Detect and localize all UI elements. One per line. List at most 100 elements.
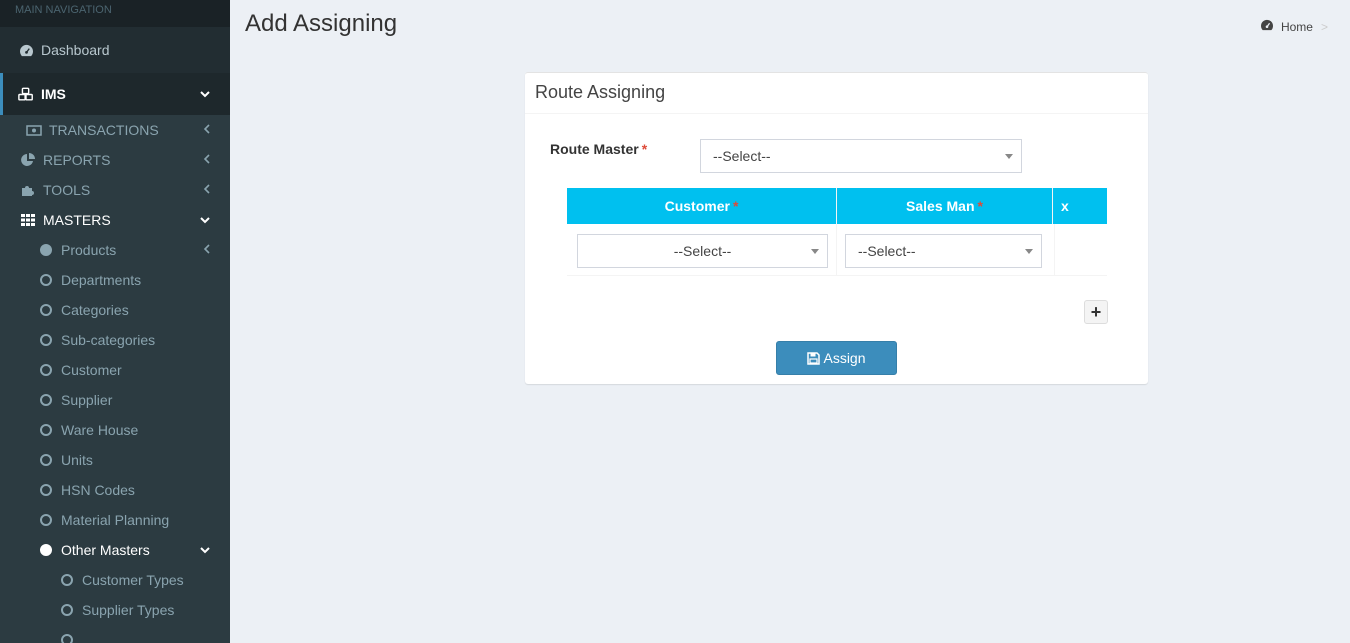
sidebar-item-masters[interactable]: MASTERS bbox=[0, 205, 230, 235]
circle-icon bbox=[40, 544, 52, 556]
dashboard-icon bbox=[1260, 19, 1274, 34]
save-icon bbox=[807, 351, 821, 365]
chevron-down-icon bbox=[200, 87, 210, 101]
sidebar-item-tools[interactable]: TOOLS bbox=[0, 175, 230, 205]
customer-select-value: --Select-- bbox=[673, 243, 732, 259]
sidebar-item-label: IMS bbox=[41, 86, 66, 102]
route-master-label-text: Route Master bbox=[550, 141, 639, 157]
cell-divider bbox=[1054, 224, 1055, 276]
chevron-left-icon bbox=[203, 243, 210, 257]
chevron-left-icon bbox=[203, 183, 210, 197]
circle-o-icon bbox=[40, 424, 52, 436]
cubes-icon bbox=[18, 86, 34, 102]
caret-down-icon bbox=[1025, 249, 1033, 254]
sidebar-item-label: REPORTS bbox=[43, 152, 111, 168]
sidebar-item-categories[interactable]: Categories bbox=[0, 295, 230, 325]
route-master-select-value: --Select-- bbox=[713, 148, 771, 164]
route-master-select[interactable]: --Select-- bbox=[700, 139, 1022, 173]
circle-o-icon bbox=[40, 334, 52, 346]
column-header-sales-man: Sales Man * bbox=[837, 188, 1053, 224]
column-header-customer: Customer * bbox=[567, 188, 837, 224]
sidebar-item-supplier[interactable]: Supplier bbox=[0, 385, 230, 415]
sidebar-item-dashboard[interactable]: Dashboard bbox=[0, 27, 230, 73]
sidebar-item-supplier-types[interactable]: Supplier Types bbox=[0, 595, 230, 625]
sidebar-tree: TRANSACTIONS REPORTS TOOLS MASTERS Produ… bbox=[0, 115, 230, 643]
sidebar-item-customer[interactable]: Customer bbox=[0, 355, 230, 385]
sidebar-item-label: MASTERS bbox=[43, 212, 111, 228]
circle-o-icon bbox=[61, 634, 73, 643]
circle-o-icon bbox=[40, 454, 52, 466]
sidebar-item-products[interactable]: Products bbox=[0, 235, 230, 265]
sales-man-select[interactable]: --Select-- bbox=[845, 234, 1042, 268]
money-icon bbox=[26, 122, 42, 138]
sidebar-item-partial[interactable] bbox=[0, 625, 230, 643]
pie-chart-icon bbox=[20, 152, 36, 168]
box-title: Route Assigning bbox=[525, 73, 1148, 114]
circle-icon bbox=[40, 244, 52, 256]
sidebar-item-label: Categories bbox=[61, 302, 129, 318]
add-row-button[interactable]: + bbox=[1084, 300, 1108, 324]
circle-o-icon bbox=[61, 604, 73, 616]
sidebar-item-ims[interactable]: IMS bbox=[0, 73, 230, 115]
sidebar-item-label: Departments bbox=[61, 272, 142, 288]
sidebar: MAIN NAVIGATION Dashboard IMS TRANSACTIO… bbox=[0, 0, 230, 643]
caret-down-icon bbox=[811, 249, 819, 254]
sidebar-item-departments[interactable]: Departments bbox=[0, 265, 230, 295]
sidebar-item-label: Ware House bbox=[61, 422, 139, 438]
caret-down-icon bbox=[1005, 154, 1013, 159]
grid-icon bbox=[20, 212, 36, 228]
circle-o-icon bbox=[40, 514, 52, 526]
column-header-customer-text: Customer bbox=[664, 198, 730, 214]
breadcrumb-separator: > bbox=[1320, 19, 1328, 34]
breadcrumb-home-link[interactable]: Home bbox=[1281, 20, 1313, 34]
circle-o-icon bbox=[40, 484, 52, 496]
sidebar-item-other-masters[interactable]: Other Masters bbox=[0, 535, 230, 565]
assign-button-label: Assign bbox=[823, 350, 866, 366]
chevron-down-icon bbox=[200, 213, 210, 227]
circle-o-icon bbox=[40, 274, 52, 286]
route-master-label: Route Master * bbox=[550, 141, 647, 157]
sidebar-item-units[interactable]: Units bbox=[0, 445, 230, 475]
sidebar-item-label: Material Planning bbox=[61, 512, 170, 528]
sidebar-item-sub-categories[interactable]: Sub-categories bbox=[0, 325, 230, 355]
dashboard-icon bbox=[18, 42, 34, 58]
sidebar-item-reports[interactable]: REPORTS bbox=[0, 145, 230, 175]
sidebar-item-label: Customer Types bbox=[82, 572, 184, 588]
sidebar-item-label: Supplier Types bbox=[82, 602, 175, 618]
sidebar-item-ware-house[interactable]: Ware House bbox=[0, 415, 230, 445]
sidebar-item-label: Products bbox=[61, 242, 117, 258]
sidebar-item-customer-types[interactable]: Customer Types bbox=[0, 565, 230, 595]
circle-o-icon bbox=[61, 574, 73, 586]
sidebar-item-hsn-codes[interactable]: HSN Codes bbox=[0, 475, 230, 505]
sidebar-item-label: Other Masters bbox=[61, 542, 150, 558]
circle-o-icon bbox=[40, 304, 52, 316]
content-wrapper: Add Assigning Home > Route Assigning Rou… bbox=[230, 0, 1350, 643]
sidebar-item-label: Customer bbox=[61, 362, 122, 378]
sidebar-item-label: TOOLS bbox=[43, 182, 91, 198]
chevron-left-icon bbox=[203, 123, 210, 137]
cell-divider bbox=[836, 224, 837, 276]
required-mark: * bbox=[732, 198, 739, 214]
required-mark: * bbox=[977, 198, 983, 214]
chevron-down-icon bbox=[200, 543, 210, 557]
required-mark: * bbox=[641, 141, 648, 157]
breadcrumb: Home > bbox=[1260, 19, 1328, 34]
sidebar-item-label: TRANSACTIONS bbox=[49, 122, 159, 138]
column-header-sales-man-text: Sales Man bbox=[906, 198, 975, 214]
sidebar-item-label: HSN Codes bbox=[61, 482, 135, 498]
sidebar-item-label: Supplier bbox=[61, 392, 113, 408]
circle-o-icon bbox=[40, 394, 52, 406]
sidebar-item-material-planning[interactable]: Material Planning bbox=[0, 505, 230, 535]
assign-table: Customer * Sales Man * x --Select-- --Sele… bbox=[567, 188, 1107, 276]
customer-select[interactable]: --Select-- bbox=[577, 234, 828, 268]
sidebar-item-label: Units bbox=[61, 452, 93, 468]
sidebar-item-label: Dashboard bbox=[41, 42, 110, 58]
column-header-remove: x bbox=[1061, 198, 1069, 214]
circle-o-icon bbox=[40, 364, 52, 376]
sidebar-item-transactions[interactable]: TRANSACTIONS bbox=[0, 115, 230, 145]
sidebar-item-label: Sub-categories bbox=[61, 332, 156, 348]
table-row: --Select-- --Select-- bbox=[567, 224, 1107, 276]
assign-button[interactable]: Assign bbox=[776, 341, 897, 375]
page-title: Add Assigning bbox=[245, 10, 398, 37]
chevron-left-icon bbox=[203, 153, 210, 167]
